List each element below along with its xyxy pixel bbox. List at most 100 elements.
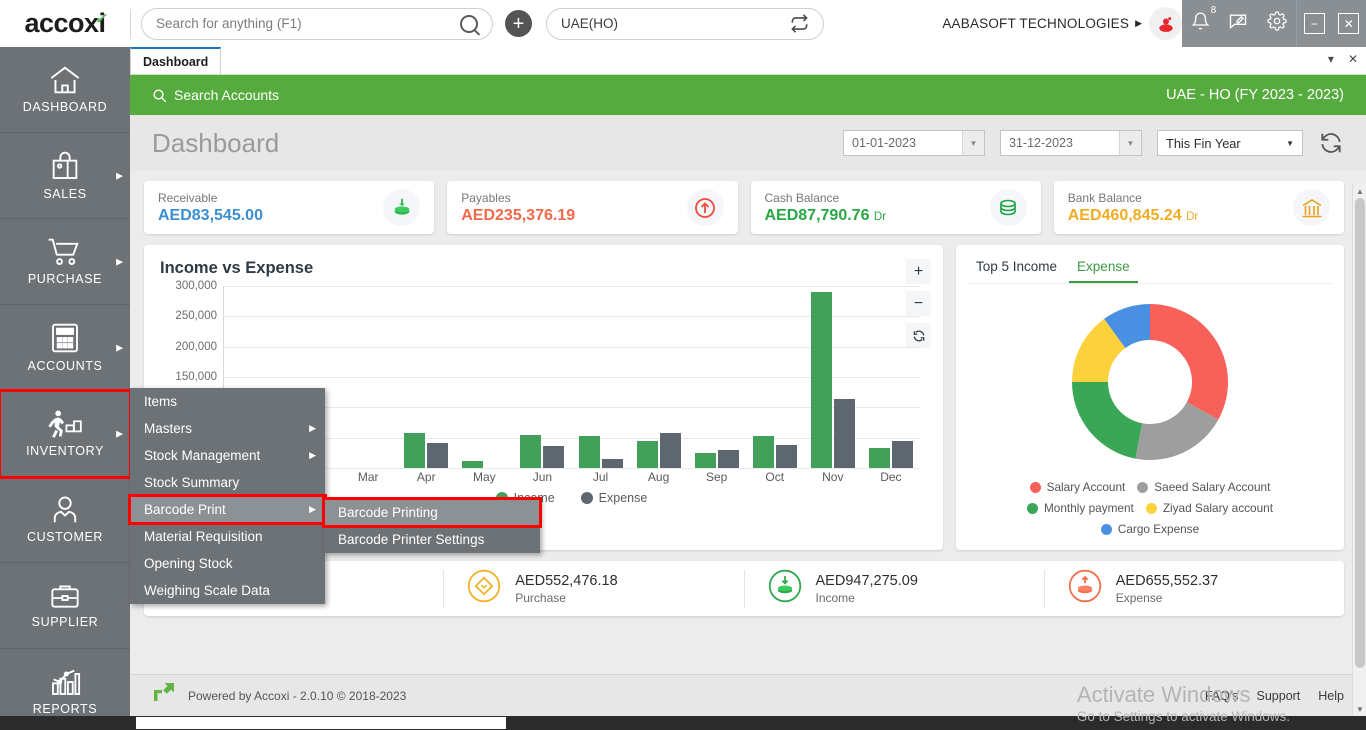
avatar[interactable] bbox=[1149, 7, 1182, 40]
menu-item-stock-management[interactable]: Stock Management ▶ bbox=[130, 442, 325, 469]
bar-expense bbox=[543, 445, 565, 468]
taskbar-strip bbox=[0, 716, 1366, 730]
menu-item-stock-summary[interactable]: Stock Summary bbox=[130, 469, 325, 496]
taskbar-thumb[interactable] bbox=[136, 717, 506, 729]
tab-close-icon[interactable]: ✕ bbox=[1348, 52, 1358, 66]
from-date-input[interactable]: 01-01-2023 ▼ bbox=[843, 130, 985, 156]
tab-top5-income[interactable]: Top 5 Income bbox=[968, 253, 1065, 283]
legend-item[interactable]: Cargo Expense bbox=[1100, 522, 1199, 536]
tab-controls: ▾ ✕ bbox=[1328, 52, 1358, 66]
menu-item-barcode-print[interactable]: Barcode Print ▶ bbox=[128, 494, 327, 525]
bar-income bbox=[868, 447, 890, 468]
legend-item[interactable]: Saeed Salary Account bbox=[1137, 480, 1270, 494]
menu-item-opening-stock[interactable]: Opening Stock bbox=[130, 550, 325, 577]
legend-item[interactable]: Ziyad Salary account bbox=[1145, 501, 1273, 515]
calendar-dropdown-icon[interactable]: ▼ bbox=[962, 131, 984, 155]
menu-item-label: Stock Management bbox=[144, 448, 261, 463]
close-button[interactable]: ✕ bbox=[1338, 13, 1360, 34]
kpi-suffix: Dr bbox=[873, 210, 887, 223]
powered-by-text: Powered by Accoxi - 2.0.10 © 2018-2023 bbox=[188, 688, 407, 703]
refresh-button[interactable] bbox=[1318, 130, 1344, 156]
kpi-card-receivable: Receivable AED83,545.00 bbox=[144, 181, 435, 234]
purchase-icon bbox=[466, 568, 502, 609]
fiscal-year-info: UAE - HO (FY 2023 - 2023) bbox=[1166, 87, 1344, 103]
to-date-input[interactable]: 31-12-2023 ▼ bbox=[1000, 130, 1142, 156]
search-accounts-button[interactable]: Search Accounts bbox=[152, 87, 279, 103]
inventory-context-menu: Items Masters ▶ Stock Management ▶ Stock Summ… bbox=[128, 388, 327, 604]
search-icon[interactable] bbox=[460, 14, 478, 33]
kpi-value: AED460,845.24 Dr bbox=[1067, 206, 1199, 224]
legend-item[interactable]: Salary Account bbox=[1029, 480, 1125, 494]
footer-link-help[interactable]: Help bbox=[1318, 689, 1344, 703]
chart-zoom-in-button[interactable]: + bbox=[906, 259, 931, 284]
accoxi-logo[interactable]: accoxi ✓ bbox=[0, 0, 130, 47]
menu-item-barcode-printing[interactable]: Barcode Printing bbox=[322, 497, 542, 528]
donut-slice[interactable] bbox=[1072, 382, 1143, 459]
logo-divider bbox=[130, 8, 131, 39]
logo-check-icon: ✓ bbox=[93, 10, 110, 29]
legend-item[interactable]: Monthly payment bbox=[1026, 501, 1134, 515]
vertical-scrollbar[interactable]: ▲ ▼ bbox=[1352, 184, 1366, 716]
menu-item-label: Barcode Printing bbox=[338, 505, 438, 520]
x-axis-tick: Mar bbox=[357, 470, 379, 484]
menu-item-items[interactable]: Items bbox=[130, 388, 325, 415]
gear-icon[interactable] bbox=[1267, 11, 1287, 36]
chevron-right-icon: ▶ bbox=[116, 342, 123, 352]
x-axis-tick: Oct bbox=[765, 470, 785, 484]
tab-list-icon[interactable]: ▾ bbox=[1328, 52, 1334, 66]
company-menu[interactable]: AABASOFT TECHNOLOGIES ▶ bbox=[942, 0, 1182, 47]
switch-branch-icon[interactable] bbox=[790, 14, 809, 33]
x-axis-labels: JanFebMarAprMayJunJulAugSepOctNovDec bbox=[223, 470, 920, 484]
footer-link-faqs[interactable]: FAQ's bbox=[1205, 689, 1239, 703]
menu-item-barcode-printer-settings[interactable]: Barcode Printer Settings bbox=[324, 526, 540, 553]
x-axis-tick: Apr bbox=[416, 470, 436, 484]
legend-label: Saeed Salary Account bbox=[1154, 480, 1271, 494]
y-axis-tick: 250,000 bbox=[175, 310, 217, 323]
donut-chart bbox=[968, 292, 1332, 472]
bar-expense bbox=[427, 442, 449, 468]
sidebar-item-inventory[interactable]: INVENTORY ▶ bbox=[0, 389, 132, 479]
kpi-label: Bank Balance bbox=[1067, 190, 1142, 205]
scroll-down-arrow[interactable]: ▼ bbox=[1353, 702, 1366, 716]
legend-label: Monthly payment bbox=[1043, 501, 1134, 515]
footer-link-support[interactable]: Support bbox=[1257, 689, 1301, 703]
global-search[interactable] bbox=[141, 7, 493, 40]
add-new-button[interactable]: + bbox=[505, 10, 532, 37]
bar-group bbox=[339, 286, 397, 468]
bank-icon bbox=[1293, 189, 1330, 226]
calendar-dropdown-icon[interactable]: ▼ bbox=[1119, 131, 1141, 155]
shopping-cart-icon bbox=[47, 237, 83, 267]
bar-group bbox=[513, 286, 571, 468]
x-axis-tick: Nov bbox=[822, 470, 844, 484]
sidebar-item-customer[interactable]: CUSTOMER bbox=[0, 477, 130, 563]
messages-icon[interactable] bbox=[1228, 11, 1248, 36]
company-name: AABASOFT TECHNOLOGIES bbox=[942, 16, 1130, 31]
sidebar-item-supplier[interactable]: SUPPLIER bbox=[0, 563, 130, 649]
expense-icon bbox=[1067, 568, 1103, 609]
bar-group bbox=[455, 286, 513, 468]
branch-value: UAE(HO) bbox=[561, 16, 618, 31]
notifications-icon[interactable]: 8 bbox=[1191, 5, 1216, 36]
menu-item-weighing-scale-data[interactable]: Weighing Scale Data bbox=[130, 577, 325, 604]
menu-item-masters[interactable]: Masters ▶ bbox=[130, 415, 325, 442]
legend-item[interactable]: Expense bbox=[580, 491, 647, 505]
sidebar-item-dashboard[interactable]: DASHBOARD bbox=[0, 47, 130, 133]
branch-selector[interactable]: UAE(HO) bbox=[546, 7, 824, 40]
chevron-right-icon: ▶ bbox=[116, 170, 123, 180]
donut-slice[interactable] bbox=[1150, 304, 1228, 420]
sidebar-item-purchase[interactable]: PURCHASE ▶ bbox=[0, 219, 130, 305]
bar-income bbox=[578, 435, 600, 468]
sidebar-item-sales[interactable]: SALES ▶ bbox=[0, 133, 130, 219]
minimize-button[interactable]: − bbox=[1303, 13, 1325, 34]
tab-expense[interactable]: Expense bbox=[1069, 253, 1138, 283]
search-input[interactable] bbox=[156, 16, 460, 31]
period-select[interactable]: This Fin Year ▼ bbox=[1157, 130, 1303, 156]
sidebar-item-accounts[interactable]: ACCOUNTS ▶ bbox=[0, 305, 130, 391]
menu-item-material-requisition[interactable]: Material Requisition bbox=[130, 523, 325, 550]
scroll-up-arrow[interactable]: ▲ bbox=[1353, 184, 1366, 198]
legend-dot bbox=[1029, 481, 1041, 493]
scroll-thumb[interactable] bbox=[1355, 198, 1365, 668]
income-icon bbox=[767, 568, 803, 609]
tab-dashboard[interactable]: Dashboard bbox=[130, 47, 222, 74]
bar-income bbox=[752, 435, 774, 468]
